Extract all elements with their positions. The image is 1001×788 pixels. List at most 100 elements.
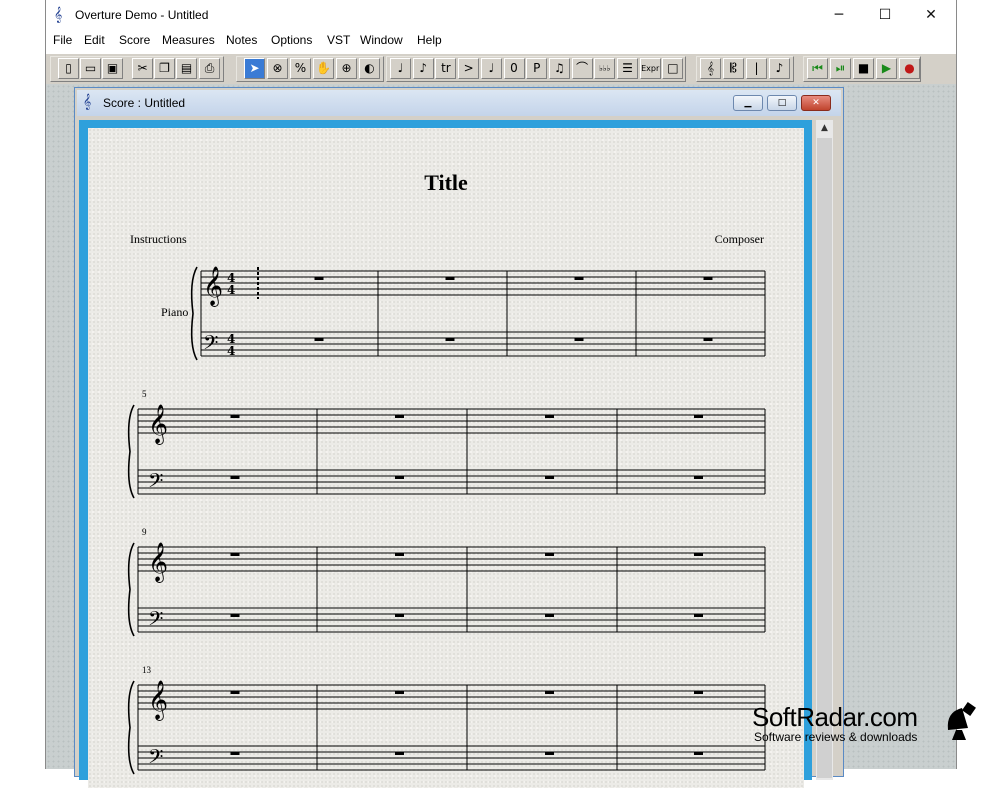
menu-vst[interactable]: VST [327, 33, 350, 47]
notes-stack-icon[interactable]: ♪ [769, 58, 790, 79]
whole-rest [445, 338, 455, 341]
copy-icon[interactable]: ❐ [154, 58, 175, 79]
page-area: Title Instructions Composer 𝄞 𝄢 𝄞 𝄢 𝄞 𝄢 𝄞 𝄢 4 4 4 4… [79, 120, 812, 788]
erase-circle-icon[interactable]: ⊗ [267, 58, 288, 79]
maximize-button[interactable]: ☐ [862, 0, 908, 31]
whole-rest [545, 476, 554, 479]
measure-number: 13 [142, 665, 152, 675]
whole-rest [230, 691, 240, 694]
accent-icon[interactable]: > [458, 58, 480, 79]
staff-brace [127, 680, 135, 775]
bass-clef: 𝄢 [203, 331, 218, 359]
whole-rest [545, 691, 554, 694]
menu-score[interactable]: Score [119, 33, 150, 47]
vertical-scrollbar[interactable]: ▲ [816, 120, 833, 780]
select-arrow-icon[interactable]: ➤ [244, 58, 265, 79]
whole-rest [230, 553, 240, 556]
window-title: Overture Demo - Untitled [75, 8, 209, 22]
bass-clef: 𝄢 [148, 607, 163, 635]
scroll-thumb[interactable] [817, 138, 832, 778]
whole-rest [574, 277, 584, 280]
tied-notes-icon[interactable]: ♪ [412, 58, 434, 79]
quarter-note-2-icon[interactable]: ♩ [480, 58, 502, 79]
whole-rest [230, 476, 240, 479]
save-icon[interactable]: ▣ [102, 58, 123, 79]
zero-icon[interactable]: 0 [503, 58, 525, 79]
title-bar: 𝄞 Overture Demo - Untitled ─ ☐ ✕ [46, 0, 956, 31]
speaker-icon[interactable]: ◐ [359, 58, 380, 79]
beamed-notes-icon[interactable]: ♫ [548, 58, 570, 79]
treble-clef-icon[interactable]: 𝄞 [700, 58, 721, 79]
lyrics-icon[interactable]: ☰ [617, 58, 638, 79]
whole-rest [545, 614, 554, 617]
whole-rest [703, 338, 713, 341]
score-close-button[interactable]: ✕ [801, 95, 831, 111]
record-icon[interactable]: ● [899, 58, 920, 79]
paste-icon[interactable]: ▤ [176, 58, 197, 79]
whole-rest [545, 752, 554, 755]
measure-number: 9 [142, 527, 147, 537]
whole-rest [694, 614, 703, 617]
staff-notation[interactable]: 𝄞𝄢𝄞𝄢𝄞𝄢𝄞𝄢4444Piano5913 [88, 128, 804, 788]
whole-rest [694, 415, 703, 418]
menu-window[interactable]: Window [360, 33, 403, 47]
toolbar: ▯ ▭ ▣ ✂ ❐ ▤ ⎙ ➤ ⊗% ✋ ⊕ ◐ ♩ ♪ tr > ♩ 0 P ♫ ⌒ ♭♭♭ ☰ Expr □ 𝄞… [46, 53, 956, 85]
slur-icon[interactable]: ⌒ [571, 58, 593, 79]
open-folder-icon[interactable]: ▭ [80, 58, 101, 79]
score-window: 𝄞 Score : Untitled ▁ □ ✕ Title Instructi… [74, 87, 844, 788]
watermark-name: SoftRadar.com [752, 702, 918, 732]
zoom-icon[interactable]: ⊕ [336, 58, 357, 79]
percent-icon[interactable]: % [290, 58, 311, 79]
new-document-icon[interactable]: ▯ [58, 58, 79, 79]
menu-edit[interactable]: Edit [84, 33, 105, 47]
whole-rest [395, 415, 404, 418]
play-icon[interactable]: ▶ [876, 58, 897, 79]
menu-options[interactable]: Options [271, 33, 312, 47]
dynamic-p-icon[interactable]: P [526, 58, 548, 79]
treble-clef-icon: 𝄞 [83, 94, 92, 110]
menu-help[interactable]: Help [417, 33, 442, 47]
close-button[interactable]: ✕ [908, 0, 954, 31]
hand-icon[interactable]: ✋ [313, 58, 334, 79]
time-signature-bottom: 4 [227, 344, 235, 358]
step-play-icon[interactable]: ⏯ [830, 58, 851, 79]
score-title-bar[interactable]: 𝄞 Score : Untitled ▁ □ ✕ [77, 90, 841, 116]
whole-rest [314, 338, 324, 341]
quarter-note-icon[interactable]: ♩ [390, 58, 411, 79]
whole-rest [545, 415, 554, 418]
whole-rest [230, 415, 240, 418]
treble-clef-icon: 𝄞 [54, 7, 63, 23]
staff-brace [127, 542, 135, 637]
score-page[interactable]: Title Instructions Composer 𝄞 𝄢 𝄞 𝄢 𝄞 𝄢 𝄞 𝄢 4 4 4 4… [88, 128, 804, 788]
print-icon[interactable]: ⎙ [199, 58, 220, 79]
staff-brace [127, 404, 135, 499]
trill-icon[interactable]: tr [435, 58, 457, 79]
treble-clef: 𝄞 [148, 680, 168, 721]
app-window: 𝄞 Overture Demo - Untitled ─ ☐ ✕ File Ed… [45, 0, 957, 788]
whole-rest [314, 277, 324, 280]
score-maximize-button[interactable]: □ [767, 95, 797, 111]
treble-clef: 𝄞 [203, 266, 223, 307]
whole-rest [694, 553, 703, 556]
rewind-icon[interactable]: ⏮ [807, 58, 828, 79]
barline-icon[interactable]: | [746, 58, 767, 79]
instrument-name: Piano [161, 305, 188, 319]
minimize-button[interactable]: ─ [816, 0, 862, 31]
menu-measures[interactable]: Measures [162, 33, 215, 47]
clef-alt-icon[interactable]: 𝄡 [723, 58, 744, 79]
menu-file[interactable]: File [53, 33, 72, 47]
whole-rest [445, 277, 455, 280]
expression-icon[interactable]: Expr [639, 58, 661, 79]
cut-icon[interactable]: ✂ [132, 58, 153, 79]
whole-rest [395, 691, 404, 694]
whole-rest [395, 752, 404, 755]
score-minimize-button[interactable]: ▁ [733, 95, 763, 111]
whole-rest [395, 553, 404, 556]
menu-notes[interactable]: Notes [226, 33, 257, 47]
whole-rest [395, 614, 404, 617]
box-icon[interactable]: □ [662, 58, 684, 79]
whole-rest [230, 752, 240, 755]
chord-symbols-icon[interactable]: ♭♭♭ [594, 58, 616, 79]
scroll-up-icon[interactable]: ▲ [816, 120, 833, 137]
stop-icon[interactable]: ■ [853, 58, 874, 79]
